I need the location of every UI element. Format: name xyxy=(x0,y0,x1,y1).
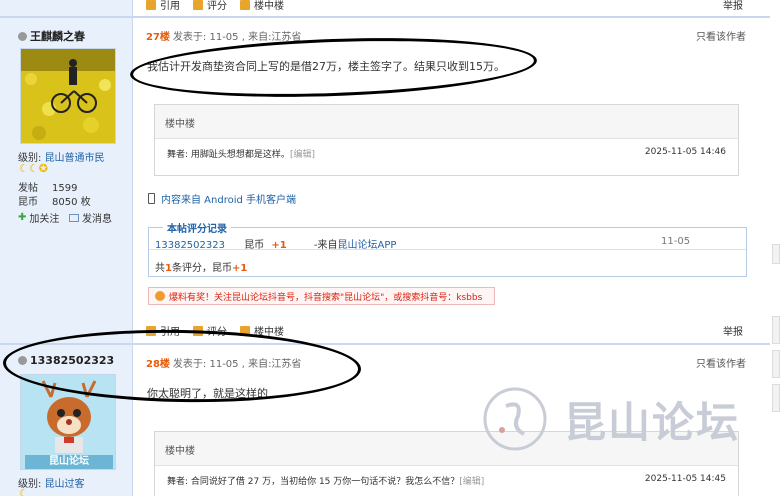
side-tab[interactable] xyxy=(772,316,780,344)
post27-level-stars: ☾☾✪ xyxy=(19,162,48,175)
side-tab[interactable] xyxy=(772,350,780,378)
rating-title: 本帖评分记录 xyxy=(163,220,231,235)
quote-time: 2025-11-05 14:45 xyxy=(644,474,726,484)
post-divider xyxy=(0,16,770,18)
rating-date: 11-05 xyxy=(661,236,691,247)
post27-avatar[interactable] xyxy=(20,48,116,144)
side-tab[interactable] xyxy=(772,384,780,412)
floor-in-floor-action-top[interactable]: 楼中楼 xyxy=(240,0,284,12)
envelope-icon xyxy=(69,213,79,222)
post27-follow-button[interactable]: ✚ 加关注 xyxy=(18,210,59,225)
post27-ad-banner[interactable]: 爆料有奖！关注昆山论坛抖音号，抖音搜索"昆山论坛"，或搜索抖音号：ksbbs xyxy=(148,287,495,305)
post27-message-button[interactable]: 发消息 xyxy=(69,210,112,225)
side-tab[interactable] xyxy=(772,244,780,264)
post27-stat-posts: 发帖 1599 xyxy=(18,183,78,194)
post27-mobile-source[interactable]: 内容来自 Android 手机客户端 xyxy=(148,191,296,206)
post27-username[interactable]: 王麒麟之春 xyxy=(18,28,85,44)
post28-level-stars: ☾ xyxy=(19,487,29,496)
user-icon xyxy=(18,31,27,41)
post27-meta: 27楼 发表于: 11-05 , 来自:江苏省 xyxy=(146,32,302,43)
forum-logo-icon xyxy=(483,387,547,451)
post27-quote-box: 楼中楼 舞者: 用脚趾头想想都是这样。[编辑] 2025-11-05 14:46 xyxy=(154,104,739,176)
rating-summary: 共1条评分，昆币+1 xyxy=(155,263,248,274)
post27-only-author[interactable]: 只看该作者 xyxy=(696,28,746,43)
cite-icon xyxy=(146,0,156,10)
report-link-top[interactable]: 举报 xyxy=(723,0,743,12)
rate-action-top[interactable]: 评分 xyxy=(193,0,227,12)
cyclist-avatar-image xyxy=(21,49,115,143)
avatar-caption: 昆山论坛 xyxy=(49,456,89,467)
level-link[interactable]: 昆山普通市民 xyxy=(45,153,105,164)
cite-action-top[interactable]: 引用 xyxy=(146,0,180,12)
megaphone-icon xyxy=(155,291,165,301)
rating-source-app[interactable]: 昆山论坛APP xyxy=(338,240,397,251)
edit-link[interactable]: [编辑] xyxy=(459,477,484,487)
quote-body: 舞者: 合同说好了借 27 万，当初给你 15 万你一句话不说？我怎么不信？[编… xyxy=(167,474,726,487)
quote-header: 楼中楼 xyxy=(155,105,738,139)
rate-icon xyxy=(193,0,203,10)
level-link[interactable]: 昆山过客 xyxy=(45,479,85,490)
rating-user[interactable]: 13382502323 xyxy=(155,240,225,251)
report-link[interactable]: 举报 xyxy=(723,323,743,338)
plus-icon: ✚ xyxy=(18,212,27,223)
post27-stat-coins: 昆币 8050 枚 xyxy=(18,197,91,208)
rating-row: 13382502323 昆币 +1 -来自昆山论坛APP xyxy=(155,240,397,251)
edit-link[interactable]: [编辑] xyxy=(290,150,315,160)
quote-body: 舞者: 用脚趾头想想都是这样。[编辑] 2025-11-05 14:46 xyxy=(167,147,726,160)
floor-in-floor-icon xyxy=(240,0,250,10)
floor-number[interactable]: 27楼 xyxy=(146,32,170,43)
phone-icon xyxy=(148,193,155,204)
post27-rating-box: 本帖评分记录 13382502323 昆币 +1 -来自昆山论坛APP 11-0… xyxy=(148,220,747,277)
forum-watermark: 昆山论坛 xyxy=(482,386,740,452)
quote-time: 2025-11-05 14:46 xyxy=(644,147,726,157)
post28-only-author[interactable]: 只看该作者 xyxy=(696,355,746,370)
